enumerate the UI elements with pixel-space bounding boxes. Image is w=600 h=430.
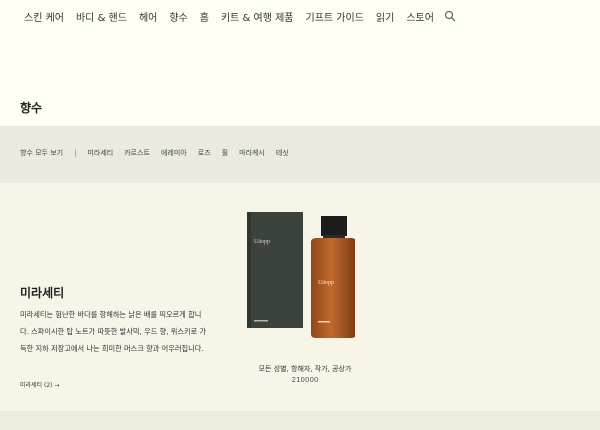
subnav-all-fragrances[interactable]: 향수 모두 보기 [20,148,63,158]
nav-item-body-hand[interactable]: 바디 & 핸드 [76,9,127,24]
subnav-item-hwyl[interactable]: 휠 [222,148,228,158]
subnav-item-marrakech-ish-0[interactable]: 미라세티 [87,148,113,158]
nav-item-hair[interactable]: 헤어 [139,9,157,24]
product-collection-link[interactable]: 미라세티 (2) → [20,380,59,389]
box-brand-text: Uāopp [254,239,270,245]
next-section-strip [0,411,600,430]
subnav-item-eremia[interactable]: 에레미아 [161,148,187,158]
nav-item-read[interactable]: 읽기 [376,9,394,24]
subnav-item-tacit[interactable]: 테싯 [276,148,289,158]
subnav-item-rose[interactable]: 로즈 [198,148,211,158]
subnav-separator: | [74,149,77,157]
nav-item-gift-guide[interactable]: 기프트 가이드 [306,9,364,24]
perfume-box: Uāopp [247,212,303,328]
nav-item-kits-travel[interactable]: 키트 & 여행 제품 [221,9,294,24]
perfume-bottle: Uāopp [311,216,355,338]
product-image[interactable]: Uāopp Uāopp [245,212,355,352]
nav-item-fragrance[interactable]: 향수 [169,9,187,24]
subnav-item-marrakech[interactable]: 마라케시 [239,148,265,158]
page-title: 향수 [20,101,43,115]
product-description: 미라세티는 험난한 바다를 항해하는 낡은 배를 띄오르게 합니다. 스파이시한… [20,310,207,353]
product-heading: 미라세티 [20,286,65,300]
nav-item-home[interactable]: 홈 [200,9,209,24]
nav-item-stores[interactable]: 스토어 [406,9,434,24]
search-icon[interactable] [444,10,456,22]
category-subnav: 향수 모두 보기 | 미라세티 카르스트 에레미아 로즈 휠 마라케시 테싯 [0,126,600,183]
product-price: 210000 [291,376,319,384]
nav-item-skin-care[interactable]: 스킨 케어 [24,9,64,24]
main-nav: 스킨 케어 바디 & 핸드 헤어 향수 홈 키트 & 여행 제품 기프트 가이드… [0,0,600,32]
subnav-item-karst[interactable]: 카르스트 [124,148,150,158]
bottle-brand-text: Uāopp [318,280,334,286]
product-name[interactable]: 모든 성별, 항해자, 작가, 공상가 [240,364,370,374]
